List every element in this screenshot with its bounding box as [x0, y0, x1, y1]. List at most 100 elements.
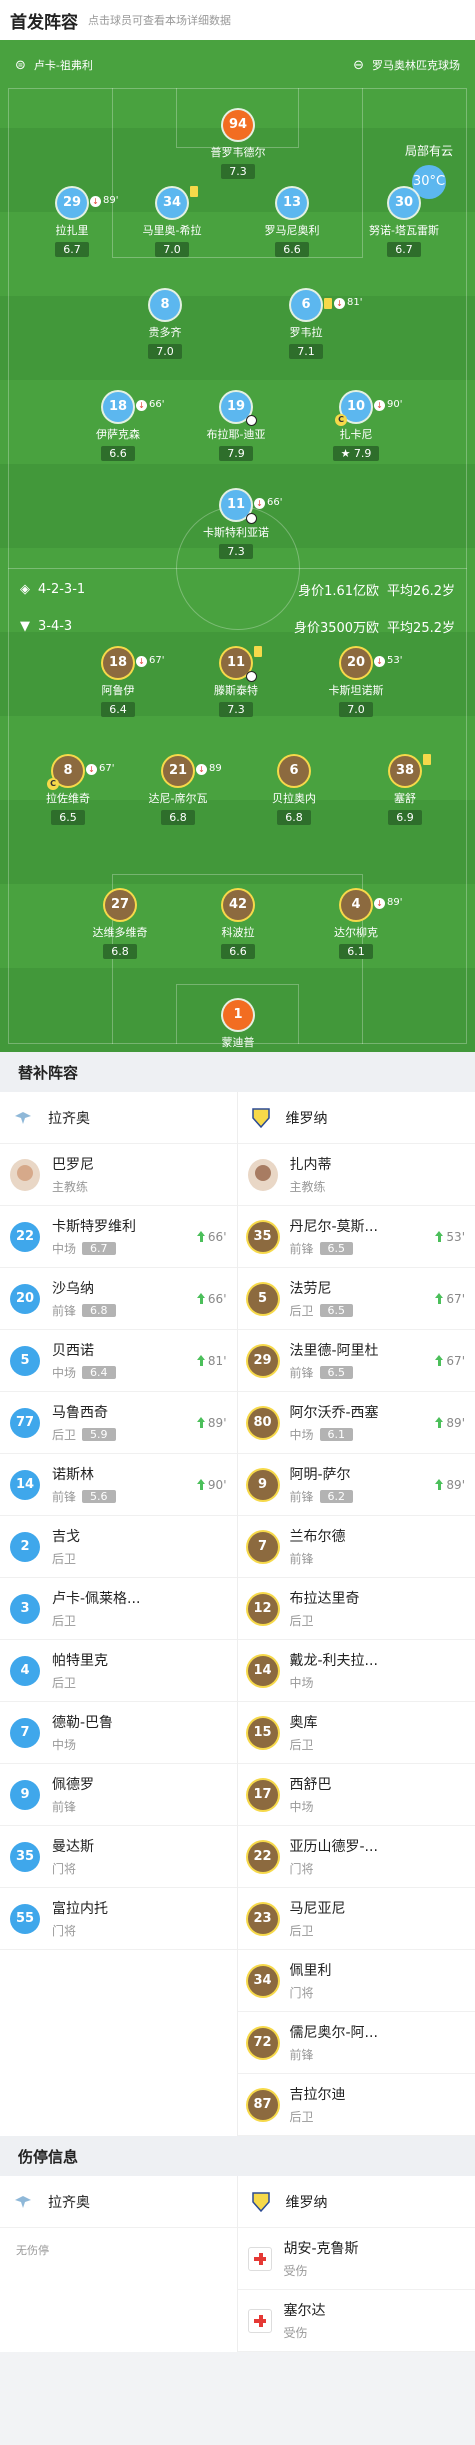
sub-player-row[interactable]: 5 贝西诺 中场 6.4 81': [0, 1330, 237, 1392]
sub-player-row[interactable]: 2 吉戈 后卫: [0, 1516, 237, 1578]
player-name: 罗韦拉: [289, 326, 323, 339]
pitch-player[interactable]: 27 达维多维奇 6.8: [70, 890, 170, 959]
pitch-player[interactable]: 19 布拉耶-迪亚 7.9: [186, 392, 286, 461]
injured-player-row[interactable]: 胡安-克鲁斯 受伤: [237, 2228, 475, 2290]
sub-player-row[interactable]: 14 戴龙-利夫拉... 中场: [237, 1640, 475, 1702]
sub-player-position: 后卫: [52, 1552, 77, 1566]
sub-player-row[interactable]: 7 德勒-巴鲁 中场: [0, 1702, 237, 1764]
sub-player-row[interactable]: 17 西舒巴 中场: [237, 1764, 475, 1826]
sub-player-position: 前锋: [289, 1242, 314, 1256]
pitch-player[interactable]: 11 ↓ 66' 卡斯特利亚诺 7.3: [186, 490, 286, 559]
subs-title: 替补阵容: [0, 1052, 475, 1092]
sub-player-rating: 6.5: [319, 1366, 354, 1379]
sub-out-icon: ↓: [374, 897, 385, 909]
pitch-player[interactable]: 42 科波拉 6.6: [188, 890, 288, 959]
sub-player-name: 西舒巴: [289, 1777, 332, 1793]
right-coach[interactable]: 扎内蒂 主教练: [237, 1144, 475, 1206]
sub-player-position: 中场: [52, 1366, 77, 1380]
player-name: 塞舒: [394, 792, 416, 805]
sub-player-rating: 6.5: [319, 1242, 354, 1255]
injured-player-row[interactable]: 塞尔达 受伤: [237, 2290, 475, 2352]
sub-player-row[interactable]: 87 吉拉尔迪 后卫: [237, 2074, 475, 2136]
pitch-player[interactable]: 94 普罗韦德尔 7.3: [188, 110, 288, 179]
pitch-player[interactable]: 6 ↓ 81' 罗韦拉 7.1: [256, 290, 362, 359]
player-number-badge: 34: [157, 186, 198, 218]
player-number-badge: 29 ↓ 89': [57, 188, 118, 218]
sub-player-name: 帕特里克: [52, 1653, 108, 1669]
sub-player-row[interactable]: 72 儒尼奥尔-阿... 前锋: [237, 2012, 475, 2074]
sub-player-row[interactable]: 5 法劳尼 后卫 6.5 67': [237, 1268, 475, 1330]
pitch-player[interactable]: 18 ↓ 66' 伊萨克森 6.6: [68, 392, 168, 461]
sub-number-badge: 80: [247, 1407, 278, 1438]
player-number-badge: 30: [389, 188, 419, 218]
subs-right-team[interactable]: 维罗纳: [237, 1092, 475, 1144]
sub-out-icon: ↓: [86, 763, 97, 775]
lineup-pitch: ⊜ 卢卡-祖弗利 ⊖ 罗马奥林匹克球场 局部有云 30°C ◈ 4-2-3-1 …: [0, 40, 475, 1052]
player-rating: 6.6: [221, 944, 255, 959]
sub-player-row[interactable]: 9 阿明-萨尔 前锋 6.2 89': [237, 1454, 475, 1516]
sub-in-arrow-icon: [196, 1231, 206, 1242]
sub-player-position: 门将: [52, 1862, 77, 1876]
pitch-player[interactable]: 34 马里奥-希拉 7.0: [122, 186, 222, 257]
pitch-player[interactable]: 11 滕斯泰特 7.3: [186, 646, 286, 717]
injury-status: 受伤: [283, 2264, 308, 2278]
pitch-player[interactable]: 10 ↓ 90' C 扎卡尼 ★ 7.9: [306, 392, 406, 461]
sub-player-row[interactable]: 3 卢卡-佩莱格... 后卫: [0, 1578, 237, 1640]
pitch-player[interactable]: 21 ↓ 89 达尼-席尔瓦 6.8: [128, 756, 228, 825]
pitch-player[interactable]: 6 贝拉奥内 6.8: [244, 756, 344, 825]
sub-in-arrow-icon: [196, 1293, 206, 1304]
player-number-badge: 42: [223, 890, 253, 920]
sub-in-minute: 53': [446, 1229, 465, 1244]
subs-left-team[interactable]: 拉齐奥: [0, 1092, 237, 1144]
player-rating: 6.5: [51, 810, 85, 825]
player-number-badge: 8: [150, 290, 180, 320]
sub-player-name: 布拉达里奇: [289, 1591, 360, 1607]
pitch-player[interactable]: 8 贵多齐 7.0: [115, 290, 215, 359]
sub-player-row[interactable]: 34 佩里利 门将: [237, 1950, 475, 2012]
sub-player-row[interactable]: 35 丹尼尔-莫斯... 前锋 6.5 53': [237, 1206, 475, 1268]
goal-ball-icon: [246, 513, 257, 524]
sub-player-position: 前锋: [289, 1490, 314, 1504]
player-rating: 6.6: [101, 446, 135, 461]
sub-player-row[interactable]: 77 马鲁西奇 后卫 5.9 89': [0, 1392, 237, 1454]
player-number-badge: 1: [223, 1000, 253, 1030]
sub-player-row[interactable]: 29 法里德-阿里杜 前锋 6.5 67': [237, 1330, 475, 1392]
sub-player-row[interactable]: 20 沙乌纳 前锋 6.8 66': [0, 1268, 237, 1330]
player-rating: 6.7: [55, 242, 89, 257]
pitch-player[interactable]: 30 努诺-塔瓦雷斯 6.7: [354, 188, 454, 257]
sub-player-row[interactable]: 55 富拉内托 门将: [0, 1888, 237, 1950]
pitch-player[interactable]: 8 ↓ 67' C 拉佐维奇 6.5: [18, 756, 118, 825]
sub-player-row[interactable]: 22 亚历山德罗-... 门将: [237, 1826, 475, 1888]
sub-player-row[interactable]: 4 帕特里克 后卫: [0, 1640, 237, 1702]
sub-in-minute: 66': [207, 1291, 227, 1306]
sub-number-badge: 14: [10, 1469, 40, 1500]
sub-number-badge: 87: [247, 2089, 278, 2120]
pitch-player[interactable]: 1蒙迪普7.3: [188, 1000, 288, 1052]
pitch-player[interactable]: 18 ↓ 67' 阿鲁伊 6.4: [68, 648, 168, 717]
pitch-player[interactable]: 4 ↓ 89' 达尔柳克 6.1: [306, 890, 406, 959]
player-number-badge: 8 ↓ 67' C: [47, 756, 114, 790]
pitch-player[interactable]: 20 ↓ 53' 卡斯坦诺斯 7.0: [306, 648, 406, 717]
pitch-player[interactable]: 38 塞舒 6.9: [355, 754, 455, 825]
sub-player-row[interactable]: 23 马尼亚尼 后卫: [237, 1888, 475, 1950]
pitch-player[interactable]: 13 罗马尼奥利 6.6: [242, 188, 342, 257]
sub-player-row[interactable]: 22 卡斯特罗维利 中场 6.7 66': [0, 1206, 237, 1268]
coach-avatar: [247, 1158, 278, 1191]
player-rating: 7.0: [339, 702, 373, 717]
subs-left-team-name: 拉齐奥: [48, 1110, 90, 1127]
sub-player-row[interactable]: 12 布拉达里奇 后卫: [237, 1578, 475, 1640]
sub-player-row[interactable]: 7 兰布尔德 前锋: [237, 1516, 475, 1578]
sub-player-row[interactable]: 80 阿尔沃乔-西塞 中场 6.1 89': [237, 1392, 475, 1454]
left-coach[interactable]: 巴罗尼 主教练: [0, 1144, 237, 1206]
player-event: ↓ 67': [86, 754, 114, 784]
pitch-player[interactable]: 29 ↓ 89' 拉扎里 6.7: [22, 188, 122, 257]
sub-player-row[interactable]: 35 曼达斯 门将: [0, 1826, 237, 1888]
player-name: 努诺-塔瓦雷斯: [369, 224, 439, 237]
sub-player-row[interactable]: 15 奥库 后卫: [237, 1702, 475, 1764]
sub-number-badge: 12: [247, 1593, 278, 1624]
sub-minute: 89': [387, 897, 403, 908]
player-number-badge: 10 ↓ 90' C: [335, 392, 402, 426]
sub-player-position: 中场: [52, 1242, 77, 1256]
sub-player-row[interactable]: 14 诺斯林 前锋 5.6 90': [0, 1454, 237, 1516]
sub-player-row[interactable]: 9 佩德罗 前锋: [0, 1764, 237, 1826]
